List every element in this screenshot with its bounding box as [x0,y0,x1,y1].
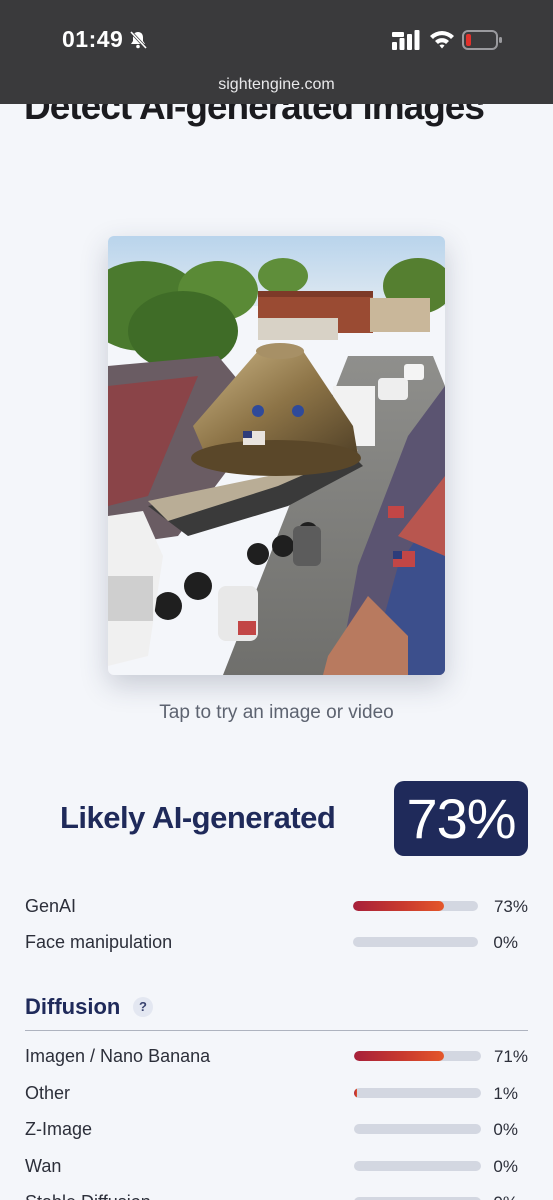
help-icon[interactable]: ? [133,997,153,1017]
result-label-wan: Wan [25,1156,62,1176]
browser-status-bar: 01:49 sightengine.com [0,0,553,104]
result-percent-stable-diffusion: 0% [472,1193,518,1200]
result-bar-fill [354,1051,445,1061]
bell-slash-icon [129,30,148,50]
sample-image[interactable] [108,236,445,675]
result-bar-fill [353,901,445,911]
address-bar-url[interactable]: sightengine.com [0,76,553,94]
result-label-other: Other [25,1083,71,1103]
verdict-label: Likely AI-generated [60,800,336,835]
section-divider [25,1030,528,1031]
result-percent-face-manipulation: 0% [493,933,518,952]
result-bar-other [354,1088,481,1098]
result-label-z-image: Z-Image [25,1119,93,1139]
battery-low-icon [462,30,502,50]
result-label-genai: GenAI [25,896,77,916]
wifi-icon [430,31,454,49]
result-percent-genai: 73% [493,897,528,916]
result-label-imagen: Imagen / Nano Banana [25,1046,211,1066]
result-percent-wan: 0% [493,1157,518,1176]
signal-icon [392,30,420,50]
result-label-face-manipulation: Face manipulation [25,932,173,952]
result-bar-z-image [354,1124,481,1134]
result-percent-imagen: 71% [493,1047,528,1066]
result-label-stable-diffusion: Stable Diffusion [25,1192,151,1200]
status-time: 01:49 [62,26,124,52]
result-bar-wan [354,1161,481,1171]
diffusion-section-title: Diffusion [25,994,121,1019]
result-percent-other: 1% [493,1084,518,1103]
verdict-score: 73% [394,781,528,856]
result-bar-fill [354,1088,357,1098]
result-percent-z-image: 0% [493,1120,518,1139]
parade-photo-illustration [108,236,445,675]
result-bar-face-manipulation [353,937,478,947]
tap-hint: Tap to try an image or video [159,702,394,723]
result-bar-imagen [354,1051,481,1061]
page: 01:49 sightengine.com Detect AI-generate… [0,0,553,1200]
result-bar-genai [353,901,478,911]
